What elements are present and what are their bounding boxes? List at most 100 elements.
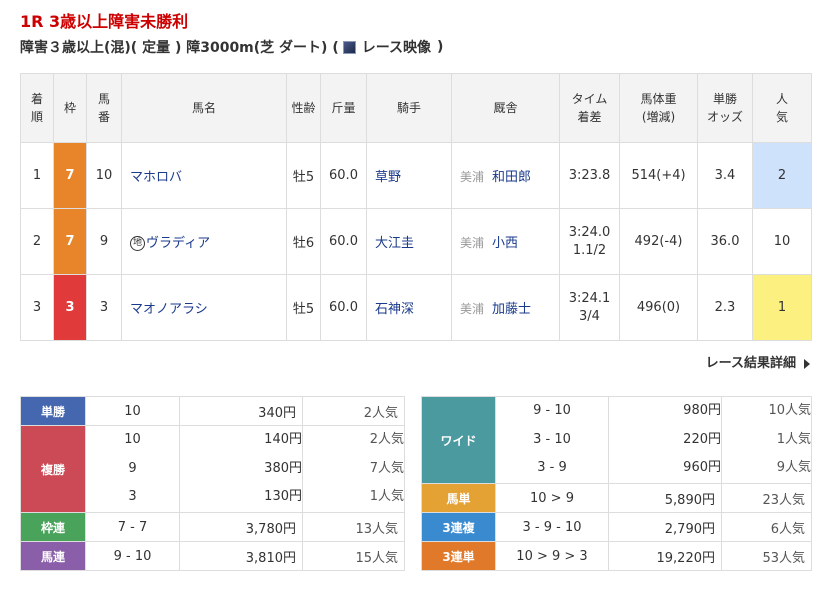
combination-value: 9 - 10: [533, 403, 571, 419]
bet-type-wakuren: 枠連: [20, 512, 86, 542]
results-header-row: 着順 枠 馬番 馬名 性齢 斤量 騎手 厩舎 タイム 着差 馬体重 (増減) 単勝オ…: [20, 73, 812, 143]
video-icon[interactable]: [342, 40, 356, 54]
race-result-detail-link[interactable]: レース結果詳細: [706, 352, 810, 371]
combination: 10 9 3: [85, 425, 180, 513]
rank-cell: 1: [20, 142, 54, 209]
payout-value: 980円: [683, 403, 721, 419]
header-trainer: 厩舎: [451, 73, 560, 143]
payout-row-umaren: 馬連 9 - 10 3,810円 15人気: [20, 541, 405, 571]
header-pop: 人気: [752, 73, 812, 143]
umaban-cell: 9: [86, 208, 122, 275]
race-condition: 障害３歳以上(混)( 定量 ) 障3000m(芝 ダート) ( レース映像 ): [20, 37, 443, 57]
popularity: 10人気 1人気 9人気: [721, 396, 812, 484]
bet-type-umatan: 馬単: [421, 483, 496, 513]
popularity-value: 1人気: [369, 489, 404, 505]
close-paren: ): [437, 39, 444, 55]
popularity: 2人気: [302, 396, 405, 426]
popularity: 13人気: [302, 512, 405, 542]
payout-amount: 2,790円: [608, 512, 722, 542]
bet-type-wide: ワイド: [421, 396, 496, 484]
payout-value: 960円: [683, 460, 721, 476]
bet-type-sanrentan: 3連単: [421, 541, 496, 571]
bet-type-fukusho: 複勝: [20, 425, 86, 513]
popularity: 15人気: [302, 541, 405, 571]
combination-value: 3 - 10: [533, 431, 571, 447]
time-value: 3:24.1: [568, 290, 611, 306]
jockey-link[interactable]: 石神深: [375, 302, 414, 317]
race-title: 1R 3歳以上障害未勝利: [20, 12, 189, 31]
horse-link[interactable]: ヴラディア: [146, 236, 210, 251]
payout-row-wakuren: 枠連 7 - 7 3,780円 13人気: [20, 512, 405, 542]
table-row: 2 7 9 地ヴラディア 牡6 60.0 大江圭 美浦 小西 3:24.0 1.1/…: [20, 208, 812, 275]
popularity: 6人気: [721, 512, 812, 542]
header-weight: 斤量: [320, 73, 367, 143]
condition-text: 障害３歳以上(混)( 定量 ) 障3000m(芝 ダート) (: [20, 40, 339, 56]
popularity-cell: 2: [752, 142, 812, 209]
popularity-value: 9人気: [776, 460, 811, 476]
time-cell: 3:23.8: [559, 142, 620, 209]
payout-table-left: 単勝 10 340円 2人気 複勝 10 9 3 140円 380円 130円 …: [20, 396, 405, 571]
payout-row-tansho: 単勝 10 340円 2人気: [20, 396, 405, 426]
time-cell: 3:24.1 3/4: [559, 274, 620, 341]
time-value: 3:24.0: [568, 224, 611, 240]
header-odds: 単勝 オッズ: [697, 73, 753, 143]
payout-value: 130円: [264, 489, 302, 505]
payout-amount: 3,780円: [179, 512, 303, 542]
combination-value: 3: [128, 489, 137, 505]
margin-value: 3/4: [579, 308, 600, 324]
jockey-link[interactable]: 草野: [375, 170, 401, 185]
bet-type-tansho: 単勝: [20, 396, 86, 426]
trainer-link[interactable]: 小西: [492, 236, 518, 251]
odds-cell: 2.3: [697, 274, 753, 341]
popularity-cell: 10: [752, 208, 812, 275]
bet-type-sanrenpuku: 3連複: [421, 512, 496, 542]
payout-amount: 19,220円: [608, 541, 722, 571]
combination: 10 > 9: [495, 483, 609, 513]
rank-cell: 3: [20, 274, 54, 341]
trainer-region: 美浦: [460, 170, 485, 184]
race-video-link[interactable]: レース映像: [362, 37, 431, 57]
popularity-value: 7人気: [369, 460, 404, 476]
popularity: 2人気 7人気 1人気: [302, 425, 405, 513]
payout-row-wide: ワイド 9 - 10 3 - 10 3 - 9 980円 220円 960円 1…: [421, 396, 812, 484]
weight-cell: 60.0: [320, 208, 367, 275]
payout-table-right: ワイド 9 - 10 3 - 10 3 - 9 980円 220円 960円 1…: [421, 396, 812, 571]
combination: 9 - 10 3 - 10 3 - 9: [495, 396, 609, 484]
horse-link[interactable]: マオノアラシ: [130, 302, 208, 317]
horse-cell: マオノアラシ: [121, 274, 287, 341]
trainer-region: 美浦: [460, 236, 485, 250]
odds-cell: 3.4: [697, 142, 753, 209]
payout-amount: 5,890円: [608, 483, 722, 513]
payout-row-sanrentan: 3連単 10 > 9 > 3 19,220円 53人気: [421, 541, 812, 571]
combination-value: 10: [124, 432, 141, 448]
table-row: 1 7 10 マホロバ 牡5 60.0 草野 美浦 和田郎 3:23.8 514(…: [20, 142, 812, 209]
sexage-cell: 牡5: [286, 142, 321, 209]
margin-value: 1.1/2: [572, 242, 607, 258]
trainer-link[interactable]: 和田郎: [492, 170, 531, 185]
combination-value: 3 - 9: [537, 460, 567, 476]
payout-amount: 340円: [179, 396, 303, 426]
table-row: 3 3 3 マオノアラシ 牡5 60.0 石神深 美浦 加藤士 3:24.1 3/4…: [20, 274, 812, 341]
trainer-region: 美浦: [460, 302, 485, 316]
combination: 7 - 7: [85, 512, 180, 542]
combination: 9 - 10: [85, 541, 180, 571]
odds-cell: 36.0: [697, 208, 753, 275]
popularity-cell: 1: [752, 274, 812, 341]
payout-row-umatan: 馬単 10 > 9 5,890円 23人気: [421, 483, 812, 513]
weight-cell: 60.0: [320, 142, 367, 209]
header-body: 馬体重 (増減): [619, 73, 698, 143]
header-umaban: 馬番: [86, 73, 122, 143]
time-value: 3:23.8: [568, 167, 611, 183]
horse-link[interactable]: マホロバ: [130, 170, 182, 185]
payout-amount: 980円 220円 960円: [608, 396, 722, 484]
header-time: タイム 着差: [559, 73, 620, 143]
trainer-link[interactable]: 加藤士: [492, 302, 531, 317]
jockey-cell: 草野: [366, 142, 452, 209]
popularity-value: 10人気: [768, 403, 811, 419]
popularity: 23人気: [721, 483, 812, 513]
trainer-cell: 美浦 小西: [451, 208, 560, 275]
bet-type-umaren: 馬連: [20, 541, 86, 571]
jockey-link[interactable]: 大江圭: [375, 236, 414, 251]
waku-cell: 7: [53, 142, 87, 209]
chevron-right-icon: [804, 358, 810, 369]
